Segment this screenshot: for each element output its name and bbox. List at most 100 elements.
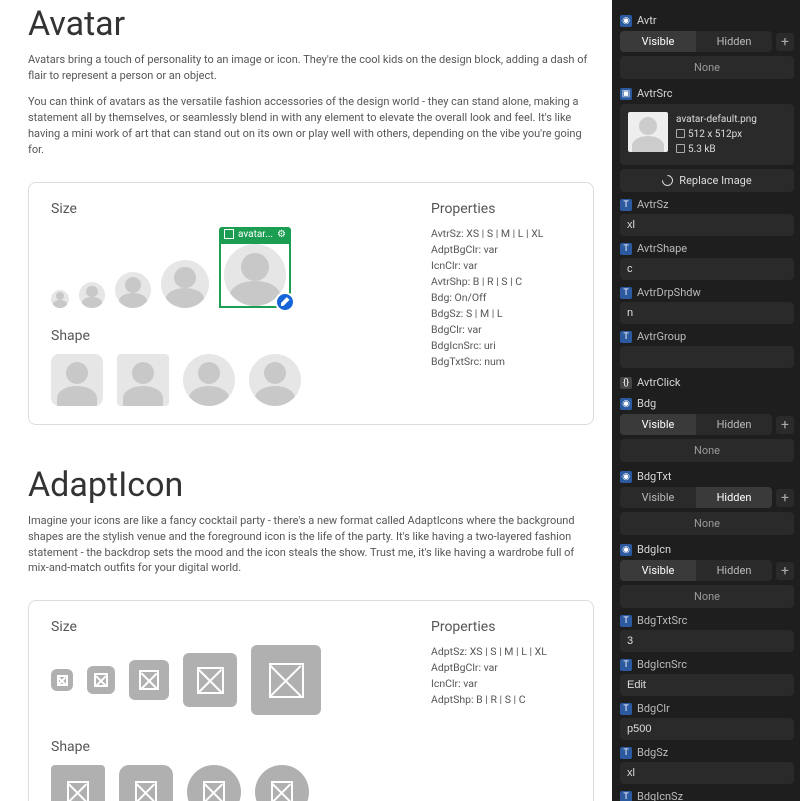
bdgtxt-add-button[interactable]: +: [776, 489, 794, 507]
prop-line: AvtrSz: XS | S | M | L | XL: [431, 227, 571, 240]
field-avtrsz[interactable]: [620, 214, 794, 236]
avtr-add-button[interactable]: +: [776, 33, 794, 51]
field-avtrdrpshdw[interactable]: [620, 302, 794, 324]
avatar-shape-square[interactable]: [51, 354, 103, 406]
image-source-card: avatar-default.png 512 x 512px 5.3 kB: [620, 104, 794, 165]
prop-line: BdgTxtSrc: num: [431, 355, 571, 368]
text-type-icon: T: [620, 659, 632, 671]
filesize-icon: [676, 144, 685, 153]
avatar-m[interactable]: [115, 272, 151, 308]
adapt-l[interactable]: [183, 653, 237, 707]
group-avtrclick[interactable]: AvtrClick: [637, 376, 680, 389]
avatar-l[interactable]: [161, 260, 209, 308]
adapt-s[interactable]: [87, 666, 115, 694]
avatar-xl-selected[interactable]: avatar... ⚙: [219, 227, 291, 308]
field-avtrshape[interactable]: [620, 258, 794, 280]
prop-line: BdgClr: var: [431, 323, 571, 336]
avatar-size-row: avatar... ⚙: [51, 227, 411, 308]
avatar-shape-circle-2[interactable]: [249, 354, 301, 406]
adapt-xs[interactable]: [51, 669, 73, 691]
selection-label: avatar... ⚙: [219, 227, 291, 242]
text-type-icon: T: [620, 747, 632, 759]
prop-line: AdptShp: B | R | S | C: [431, 693, 571, 706]
field-bdgclr[interactable]: [620, 718, 794, 740]
prop-line: IcnClr: var: [431, 677, 571, 690]
field-label: BdgClr: [637, 702, 670, 715]
avatar-shape-rounded[interactable]: [117, 354, 169, 406]
prop-line: BdgIcnSrc: uri: [431, 339, 571, 352]
prop-line: AdptBgClr: var: [431, 243, 571, 256]
avtr-none[interactable]: None: [620, 56, 794, 79]
bdgtxt-visible-toggle[interactable]: Visible: [620, 487, 696, 508]
field-label: BdgIcnSz: [637, 790, 683, 801]
bdgtxt-hidden-toggle[interactable]: Hidden: [696, 487, 772, 508]
refresh-icon: [660, 173, 676, 189]
field-label: BdgIcnSrc: [637, 658, 687, 671]
avatar-shape-circle[interactable]: [183, 354, 235, 406]
avatar-card: Size avatar... ⚙ Sh: [28, 182, 594, 425]
adapticon-card: Size Shape Properties AdptSz: XS | S | M…: [28, 600, 594, 801]
function-icon: {}: [620, 377, 632, 389]
bdgicn-hidden-toggle[interactable]: Hidden: [696, 560, 772, 581]
prop-line: IcnClr: var: [431, 259, 571, 272]
field-avtrgroup[interactable]: [620, 346, 794, 368]
dimensions-icon: [676, 129, 685, 138]
bdgtxt-none[interactable]: None: [620, 512, 794, 535]
group-bdgicn[interactable]: BdgIcn: [637, 543, 671, 556]
main-canvas: Avatar Avatars bring a touch of personal…: [0, 0, 612, 801]
field-bdgicnsrc[interactable]: [620, 674, 794, 696]
visibility-icon: ◉: [620, 15, 632, 27]
group-bdg[interactable]: Bdg: [637, 397, 656, 410]
bdgicn-visible-toggle[interactable]: Visible: [620, 560, 696, 581]
field-label: AvtrDrpShdw: [637, 286, 701, 299]
replace-image-button[interactable]: Replace Image: [620, 169, 794, 192]
bdg-add-button[interactable]: +: [776, 416, 794, 434]
text-type-icon: T: [620, 791, 632, 801]
image-filename: avatar-default.png: [676, 112, 757, 127]
prop-line: BdgSz: S | M | L: [431, 307, 571, 320]
avatar-shape-row: [51, 354, 411, 406]
avtr-visible-toggle[interactable]: Visible: [620, 31, 696, 52]
gear-icon[interactable]: ⚙: [277, 229, 286, 240]
avatar-s[interactable]: [79, 282, 105, 308]
adapt-m[interactable]: [129, 660, 169, 700]
bdg-hidden-toggle[interactable]: Hidden: [696, 414, 772, 435]
field-bdgsz[interactable]: [620, 762, 794, 784]
visibility-icon: ◉: [620, 471, 632, 483]
adapticon-heading: AdaptIcon: [28, 465, 594, 505]
group-avtr[interactable]: Avtr: [637, 14, 657, 27]
edit-badge-icon[interactable]: [275, 292, 295, 312]
adapt-props-title: Properties: [431, 619, 571, 635]
avatar-props-title: Properties: [431, 201, 571, 217]
avatar-desc-1: Avatars bring a touch of personality to …: [28, 52, 594, 84]
bdg-visible-toggle[interactable]: Visible: [620, 414, 696, 435]
avatar-xs[interactable]: [51, 290, 69, 308]
adapt-shape-circle[interactable]: [187, 765, 241, 801]
adapt-shape-square[interactable]: [51, 765, 105, 801]
bdgicn-none[interactable]: None: [620, 585, 794, 608]
text-type-icon: T: [620, 287, 632, 299]
adapt-size-label: Size: [51, 619, 411, 635]
text-type-icon: T: [620, 199, 632, 211]
bdgicn-add-button[interactable]: +: [776, 562, 794, 580]
prop-line: Bdg: On/Off: [431, 291, 571, 304]
image-thumbnail[interactable]: [628, 112, 668, 152]
visibility-icon: ◉: [620, 544, 632, 556]
adapt-shape-circle2[interactable]: [255, 765, 309, 801]
avtr-hidden-toggle[interactable]: Hidden: [696, 31, 772, 52]
text-type-icon: T: [620, 703, 632, 715]
shape-label: Shape: [51, 328, 411, 344]
text-type-icon: T: [620, 615, 632, 627]
group-avtrsrc[interactable]: AvtrSrc: [637, 87, 672, 100]
adapt-xl[interactable]: [251, 645, 321, 715]
group-bdgtxt[interactable]: BdgTxt: [637, 470, 671, 483]
avatar-heading: Avatar: [28, 4, 594, 44]
adapticon-desc: Imagine your icons are like a fancy cock…: [28, 513, 594, 577]
field-label: BdgSz: [637, 746, 668, 759]
avatar-desc-2: You can think of avatars as the versatil…: [28, 94, 594, 158]
visibility-icon: ◉: [620, 398, 632, 410]
text-type-icon: T: [620, 243, 632, 255]
bdg-none[interactable]: None: [620, 439, 794, 462]
field-bdgtxtsrc[interactable]: [620, 630, 794, 652]
adapt-shape-rounded[interactable]: [119, 765, 173, 801]
